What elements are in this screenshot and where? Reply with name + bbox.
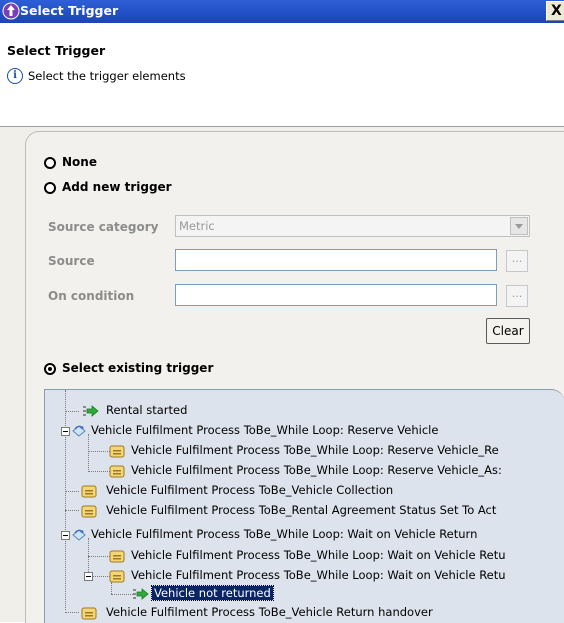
tree-item[interactable]: Vehicle Fulfilment Process ToBe_While Lo… xyxy=(91,527,477,541)
radio-select-existing-trigger[interactable] xyxy=(44,363,56,375)
info-icon: i xyxy=(7,68,23,84)
source-input[interactable] xyxy=(175,249,497,271)
app-icon xyxy=(2,2,20,20)
none-label: None xyxy=(62,155,97,169)
on-condition-input[interactable] xyxy=(175,284,497,306)
dialog-header: Select Trigger i Select the trigger elem… xyxy=(0,23,564,127)
task-icon xyxy=(109,550,125,563)
collapse-toggle[interactable] xyxy=(84,572,93,581)
source-label: Source xyxy=(48,254,95,268)
tree-item[interactable]: Vehicle Fulfilment Process ToBe_While Lo… xyxy=(131,463,502,477)
title-bar: Select Trigger X xyxy=(0,0,564,23)
collapse-toggle[interactable] xyxy=(61,427,70,436)
radio-add-new-trigger[interactable] xyxy=(44,182,56,194)
tree-item[interactable]: Vehicle Fulfilment Process ToBe_Rental A… xyxy=(106,503,496,517)
on-condition-browse-button[interactable]: ... xyxy=(506,285,528,307)
dialog-title: Select Trigger xyxy=(7,43,106,58)
tree-item[interactable]: Vehicle Fulfilment Process ToBe_While Lo… xyxy=(131,443,499,457)
tree-item[interactable]: Rental started xyxy=(106,403,187,417)
task-icon xyxy=(109,465,125,478)
tree-item[interactable]: Vehicle Fulfilment Process ToBe_Vehicle … xyxy=(106,483,393,497)
select-existing-trigger-label: Select existing trigger xyxy=(62,361,214,375)
task-icon xyxy=(81,607,97,620)
tree-item-selected[interactable]: Vehicle not returned xyxy=(151,585,274,601)
task-icon xyxy=(81,485,97,498)
loop-icon xyxy=(72,425,86,437)
task-icon xyxy=(81,505,97,518)
source-category-select[interactable]: Metric xyxy=(175,215,530,237)
source-browse-button[interactable]: ... xyxy=(506,250,528,272)
dialog-description: Select the trigger elements xyxy=(28,69,186,83)
collapse-toggle[interactable] xyxy=(61,531,70,540)
close-button[interactable]: X xyxy=(546,1,564,21)
radio-none[interactable] xyxy=(44,157,56,169)
trigger-tree[interactable]: Rental started Vehicle Fulfilment Proces… xyxy=(44,389,564,623)
tree-item[interactable]: Vehicle Fulfilment Process ToBe_While Lo… xyxy=(91,423,438,437)
loop-icon xyxy=(72,529,86,541)
tree-item[interactable]: Vehicle Fulfilment Process ToBe_Vehicle … xyxy=(106,605,433,619)
tree-connector xyxy=(65,390,66,610)
task-icon xyxy=(109,445,125,458)
trigger-arrow-icon xyxy=(83,405,99,417)
on-condition-label: On condition xyxy=(48,289,135,303)
window-title: Select Trigger xyxy=(20,3,119,18)
add-new-trigger-label: Add new trigger xyxy=(62,180,172,194)
trigger-arrow-icon xyxy=(133,588,149,600)
tree-item[interactable]: Vehicle Fulfilment Process ToBe_While Lo… xyxy=(131,568,506,582)
clear-button[interactable]: Clear xyxy=(486,318,530,344)
source-category-label: Source category xyxy=(48,220,159,234)
chevron-down-icon[interactable] xyxy=(510,217,528,235)
task-icon xyxy=(109,570,125,583)
tree-item[interactable]: Vehicle Fulfilment Process ToBe_While Lo… xyxy=(131,548,506,562)
